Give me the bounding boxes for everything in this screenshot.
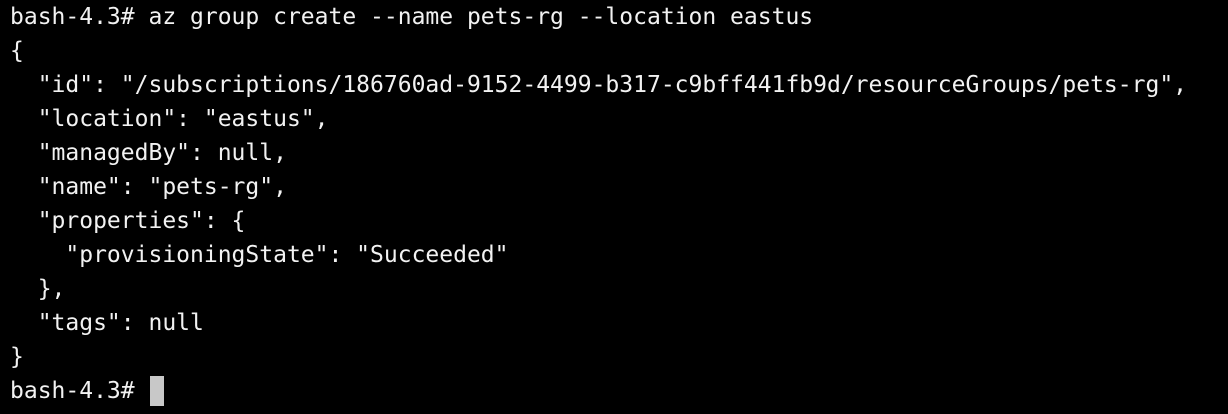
- output-line: "name": "pets-rg",: [10, 174, 287, 200]
- prompt-line[interactable]: bash-4.3#: [10, 374, 1218, 408]
- shell-prompt: bash-4.3#: [10, 378, 149, 404]
- output-line: {: [10, 38, 24, 64]
- output-line: "provisioningState": "Succeeded": [10, 242, 509, 268]
- output-line: },: [10, 276, 66, 302]
- terminal-window[interactable]: bash-4.3# az group create --name pets-rg…: [0, 0, 1228, 414]
- text-cursor: [150, 376, 165, 406]
- output-line: "tags": null: [10, 310, 204, 336]
- output-line: "id": "/subscriptions/186760ad-9152-4499…: [10, 72, 1188, 98]
- output-line: "properties": {: [10, 208, 246, 234]
- command-line: bash-4.3# az group create --name pets-rg…: [10, 4, 814, 30]
- output-line: }: [10, 344, 24, 370]
- output-line: "location": "eastus",: [10, 106, 329, 132]
- output-line: "managedBy": null,: [10, 140, 287, 166]
